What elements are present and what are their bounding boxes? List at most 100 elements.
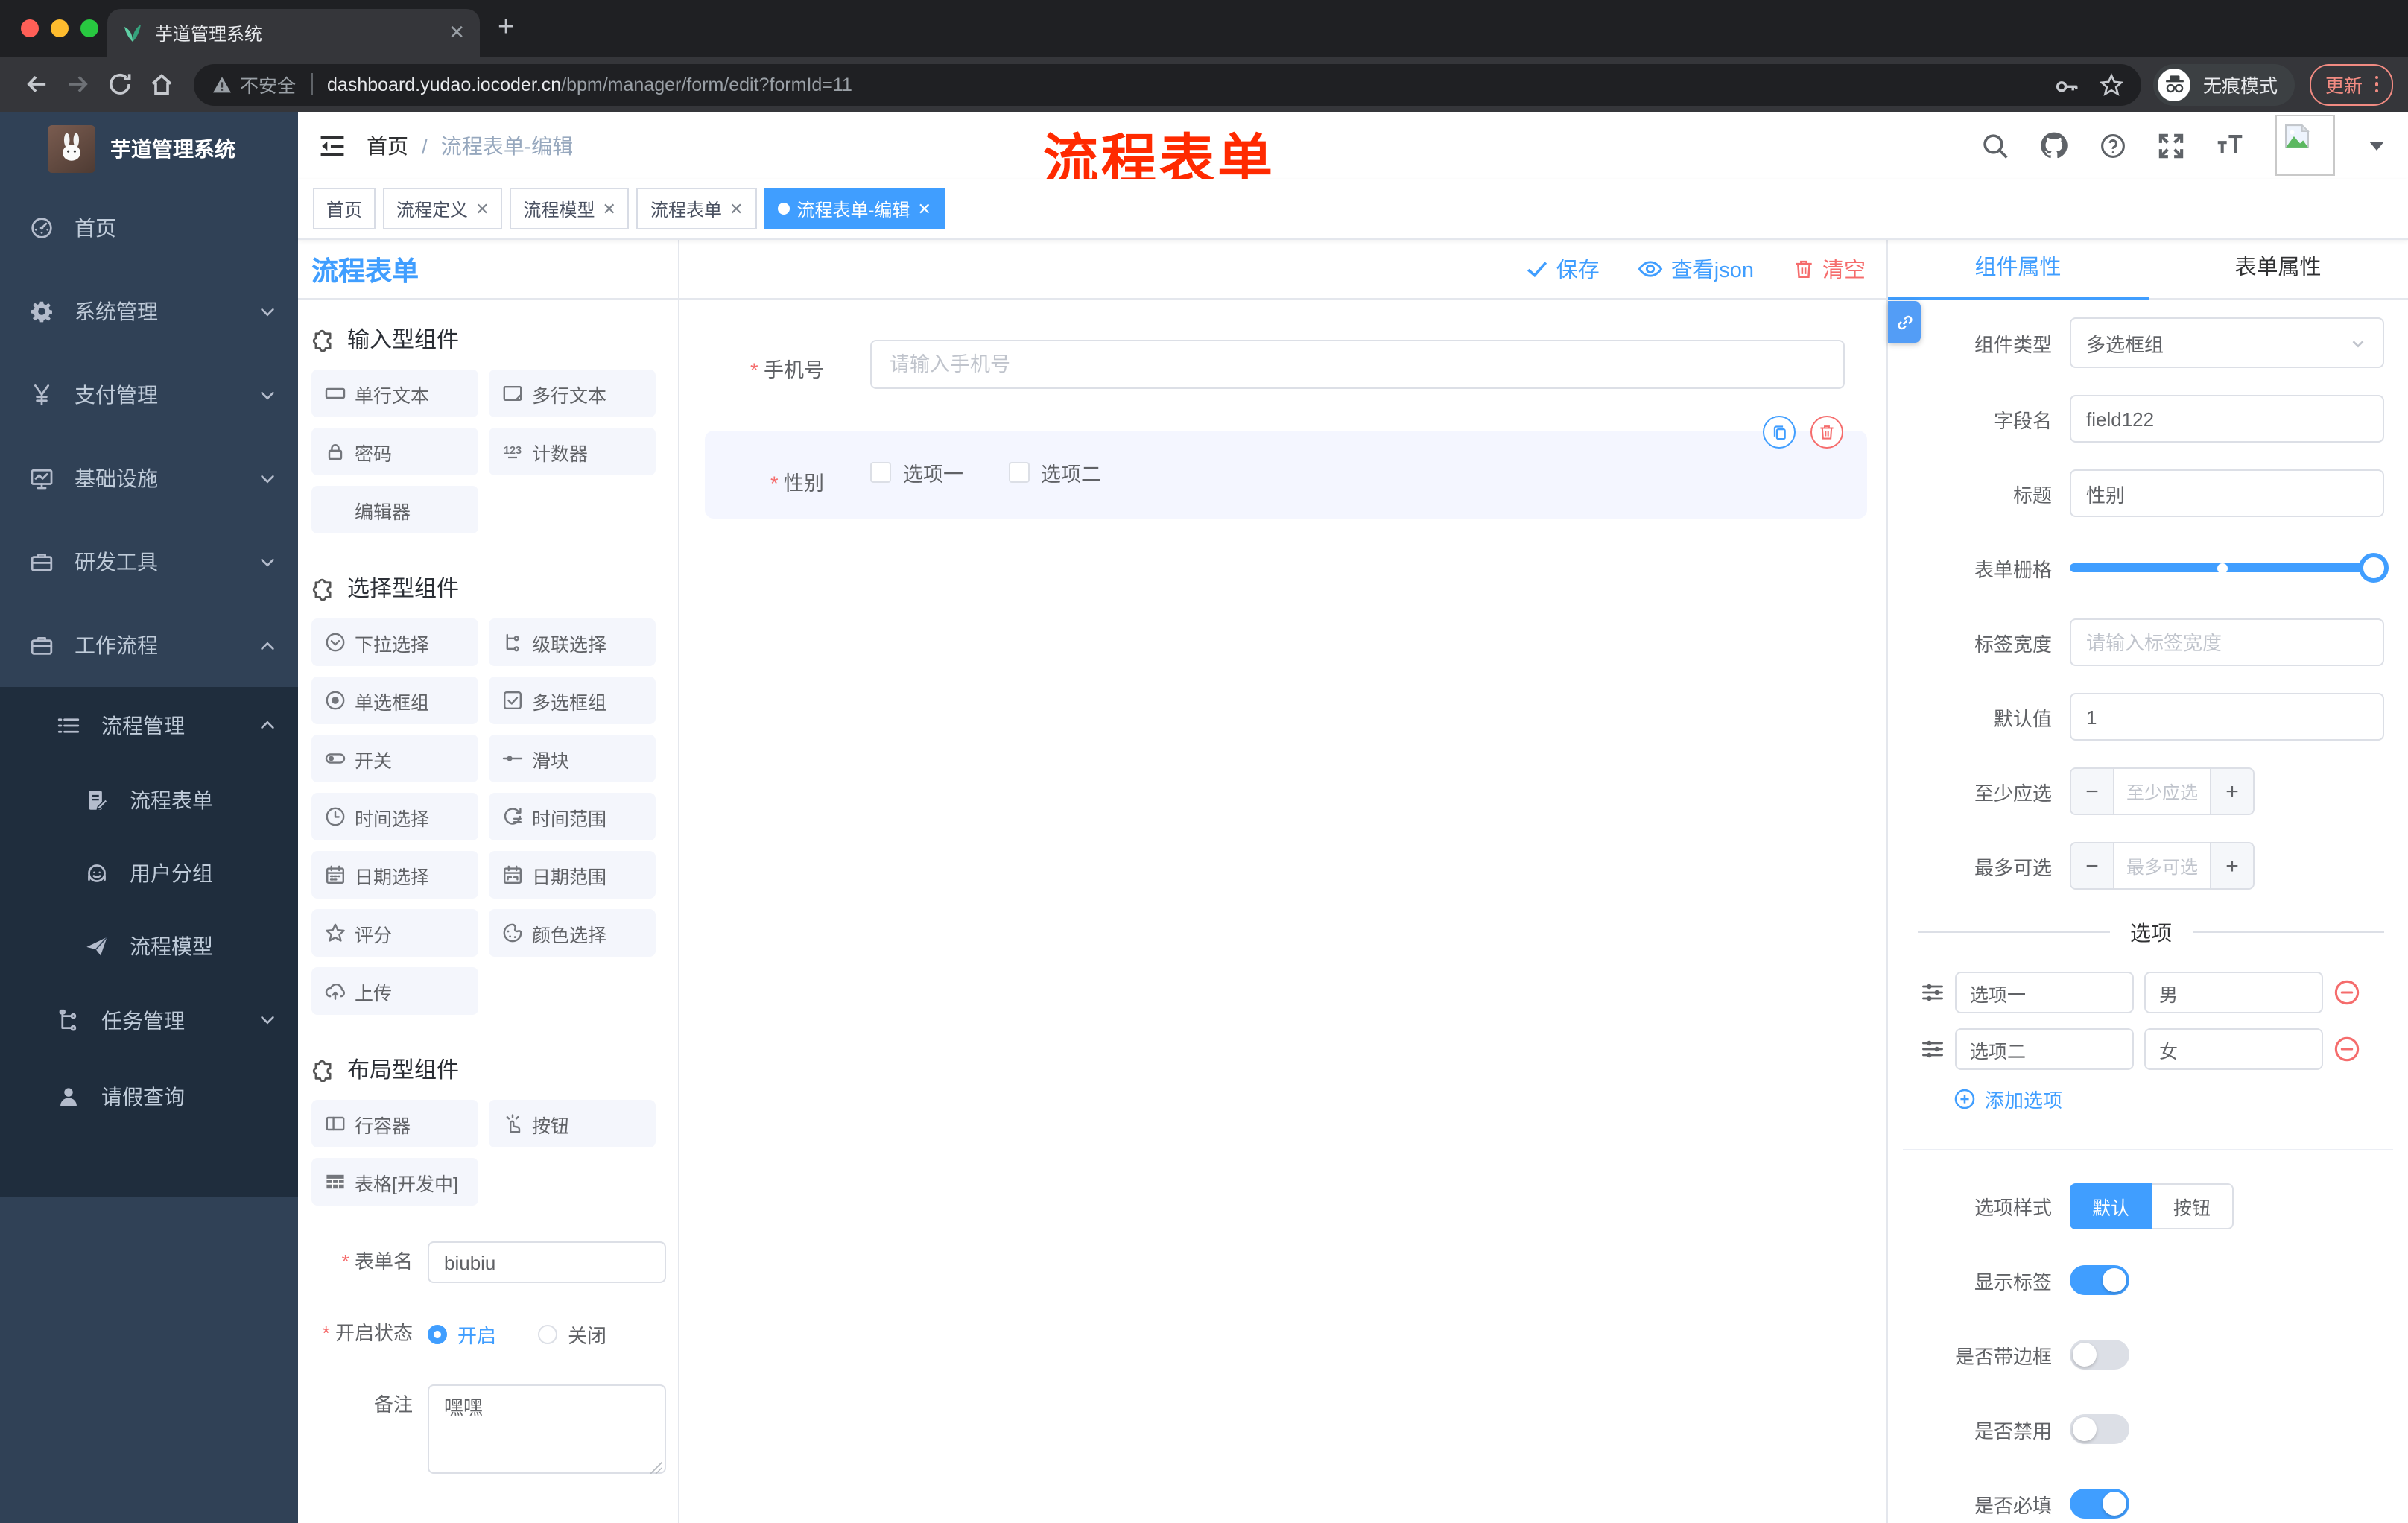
palette-item-1-0[interactable]: 下拉选择 <box>311 618 478 666</box>
home-button[interactable] <box>140 63 182 105</box>
min-select-value[interactable]: 至少应选 <box>2113 769 2211 814</box>
title-input[interactable] <box>2070 469 2384 517</box>
default-value-input[interactable] <box>2070 693 2384 741</box>
help-question-icon[interactable] <box>2100 132 2126 159</box>
link-tag-button[interactable] <box>1888 301 1921 343</box>
close-window-button[interactable] <box>21 19 39 37</box>
sidebar-item-1[interactable]: 系统管理 <box>0 270 298 353</box>
palette-item-1-9[interactable]: 日期范围 <box>489 851 656 899</box>
sidebar-subitem-2[interactable]: 用户分组 <box>0 836 298 909</box>
browser-menu-icon[interactable] <box>2374 75 2378 93</box>
browser-tab[interactable]: 芋道管理系统 ✕ <box>107 9 480 57</box>
status-radio-1[interactable]: 关闭 <box>538 1320 606 1348</box>
checkbox-icon[interactable] <box>1008 462 1029 483</box>
new-tab-button[interactable]: + <box>498 12 514 45</box>
sidebar-item-0[interactable]: 首页 <box>0 186 298 270</box>
fullscreen-icon[interactable] <box>2158 132 2184 159</box>
reload-button[interactable] <box>98 63 140 105</box>
remove-option-button[interactable] <box>2333 979 2360 1006</box>
palette-item-2-2[interactable]: 表格[开发中] <box>311 1158 478 1206</box>
url-text[interactable]: dashboard.yudao.iocoder.cn/bpm/manager/f… <box>327 74 2056 95</box>
toggle-switch-3[interactable] <box>2070 1489 2129 1519</box>
hamburger-icon[interactable] <box>307 120 358 171</box>
palette-item-1-12[interactable]: 上传 <box>311 967 478 1015</box>
duplicate-component-button[interactable] <box>1763 416 1796 449</box>
bookmark-star-icon[interactable] <box>2100 72 2124 96</box>
sidebar-subitem-1[interactable]: 流程表单 <box>0 763 298 836</box>
close-tab-icon[interactable]: ✕ <box>449 21 465 45</box>
stepper-decrease-button[interactable]: − <box>2071 769 2113 814</box>
clear-button[interactable]: 清空 <box>1793 253 1866 285</box>
remove-option-button[interactable] <box>2333 1036 2360 1063</box>
toggle-switch-2[interactable] <box>2070 1414 2129 1444</box>
close-tag-icon[interactable]: ✕ <box>917 199 931 218</box>
style-default-button[interactable]: 默认 <box>2070 1183 2152 1229</box>
form-name-input[interactable] <box>428 1241 666 1283</box>
palette-item-1-4[interactable]: 开关 <box>311 735 478 782</box>
gender-option-1[interactable]: 选项二 <box>1008 457 1101 487</box>
phone-input[interactable] <box>870 340 1845 389</box>
style-button-button[interactable]: 按钮 <box>2152 1183 2234 1229</box>
tab-component-props[interactable]: 组件属性 <box>1888 240 2148 300</box>
palette-item-2-1[interactable]: 按钮 <box>489 1100 656 1147</box>
palette-item-1-5[interactable]: 滑块 <box>489 735 656 782</box>
sidebar-item-2[interactable]: 支付管理 <box>0 353 298 437</box>
sidebar-subitem-5[interactable]: 请假查询 <box>0 1058 298 1134</box>
stepper-decrease-button[interactable]: − <box>2071 843 2113 888</box>
palette-item-0-0[interactable]: 单行文本 <box>311 370 478 417</box>
palette-item-2-0[interactable]: 行容器 <box>311 1100 478 1147</box>
sidebar-logo-row[interactable]: 芋道管理系统 <box>0 112 298 186</box>
minimize-window-button[interactable] <box>51 19 69 37</box>
tag-3[interactable]: 流程表单 ✕ <box>636 188 757 229</box>
sidebar-subitem-4[interactable]: 任务管理 <box>0 982 298 1058</box>
breadcrumb-home[interactable]: 首页 <box>367 130 408 160</box>
option-label-input[interactable] <box>1955 1028 2134 1070</box>
option-value-input[interactable] <box>2144 972 2323 1013</box>
avatar[interactable] <box>2275 115 2335 176</box>
form-grid-slider[interactable] <box>2070 544 2389 592</box>
palette-item-1-6[interactable]: 时间选择 <box>311 793 478 840</box>
palette-item-0-4[interactable]: 编辑器 <box>311 486 478 533</box>
textarea-resize-handle[interactable] <box>650 1462 662 1474</box>
forward-button[interactable] <box>57 63 98 105</box>
sidebar-subitem-0[interactable]: 流程管理 <box>0 687 298 763</box>
field-name-input[interactable] <box>2070 395 2384 443</box>
save-button[interactable]: 保存 <box>1527 253 1600 285</box>
form-remark-textarea[interactable]: 嘿嘿 <box>428 1384 666 1474</box>
sidebar-item-4[interactable]: 研发工具 <box>0 520 298 604</box>
palette-item-1-2[interactable]: 单选框组 <box>311 677 478 724</box>
add-option-button[interactable]: 添加选项 <box>1954 1085 2384 1113</box>
view-json-button[interactable]: 查看json <box>1638 253 1754 285</box>
toggle-switch-1[interactable] <box>2070 1340 2129 1370</box>
sidebar-item-3[interactable]: 基础设施 <box>0 437 298 520</box>
close-tag-icon[interactable]: ✕ <box>475 199 489 218</box>
checkbox-icon[interactable] <box>870 462 891 483</box>
status-radio-0[interactable]: 开启 <box>428 1320 496 1348</box>
slider-handle[interactable] <box>2359 553 2389 583</box>
gender-option-0[interactable]: 选项一 <box>870 457 963 487</box>
palette-item-1-10[interactable]: 评分 <box>311 909 478 957</box>
password-key-icon[interactable] <box>2056 72 2079 96</box>
canvas-drawing-board[interactable]: 手机号 性别 选项一 选项二 <box>679 300 1886 1523</box>
sidebar-item-5[interactable]: 工作流程 <box>0 604 298 687</box>
tag-4[interactable]: 流程表单-编辑 ✕ <box>764 188 945 229</box>
back-button[interactable] <box>15 63 57 105</box>
option-label-input[interactable] <box>1955 972 2134 1013</box>
palette-item-1-3[interactable]: 多选框组 <box>489 677 656 724</box>
stepper-increase-button[interactable]: + <box>2211 769 2253 814</box>
tag-2[interactable]: 流程模型 ✕ <box>510 188 630 229</box>
label-width-input[interactable] <box>2070 618 2384 666</box>
tag-0[interactable]: 首页 <box>313 188 376 229</box>
avatar-caret-down-icon[interactable] <box>2369 141 2384 150</box>
font-size-icon[interactable] <box>2216 131 2244 159</box>
option-value-input[interactable] <box>2144 1028 2323 1070</box>
close-tag-icon[interactable]: ✕ <box>603 199 616 218</box>
delete-component-button[interactable] <box>1810 416 1843 449</box>
stepper-increase-button[interactable]: + <box>2211 843 2253 888</box>
close-tag-icon[interactable]: ✕ <box>729 199 743 218</box>
palette-item-1-8[interactable]: 日期选择 <box>311 851 478 899</box>
palette-item-0-3[interactable]: 123 计数器 <box>489 428 656 475</box>
tag-1[interactable]: 流程定义 ✕ <box>383 188 503 229</box>
sidebar-subitem-3[interactable]: 流程模型 <box>0 909 298 982</box>
security-label[interactable]: 不安全 <box>240 70 296 98</box>
